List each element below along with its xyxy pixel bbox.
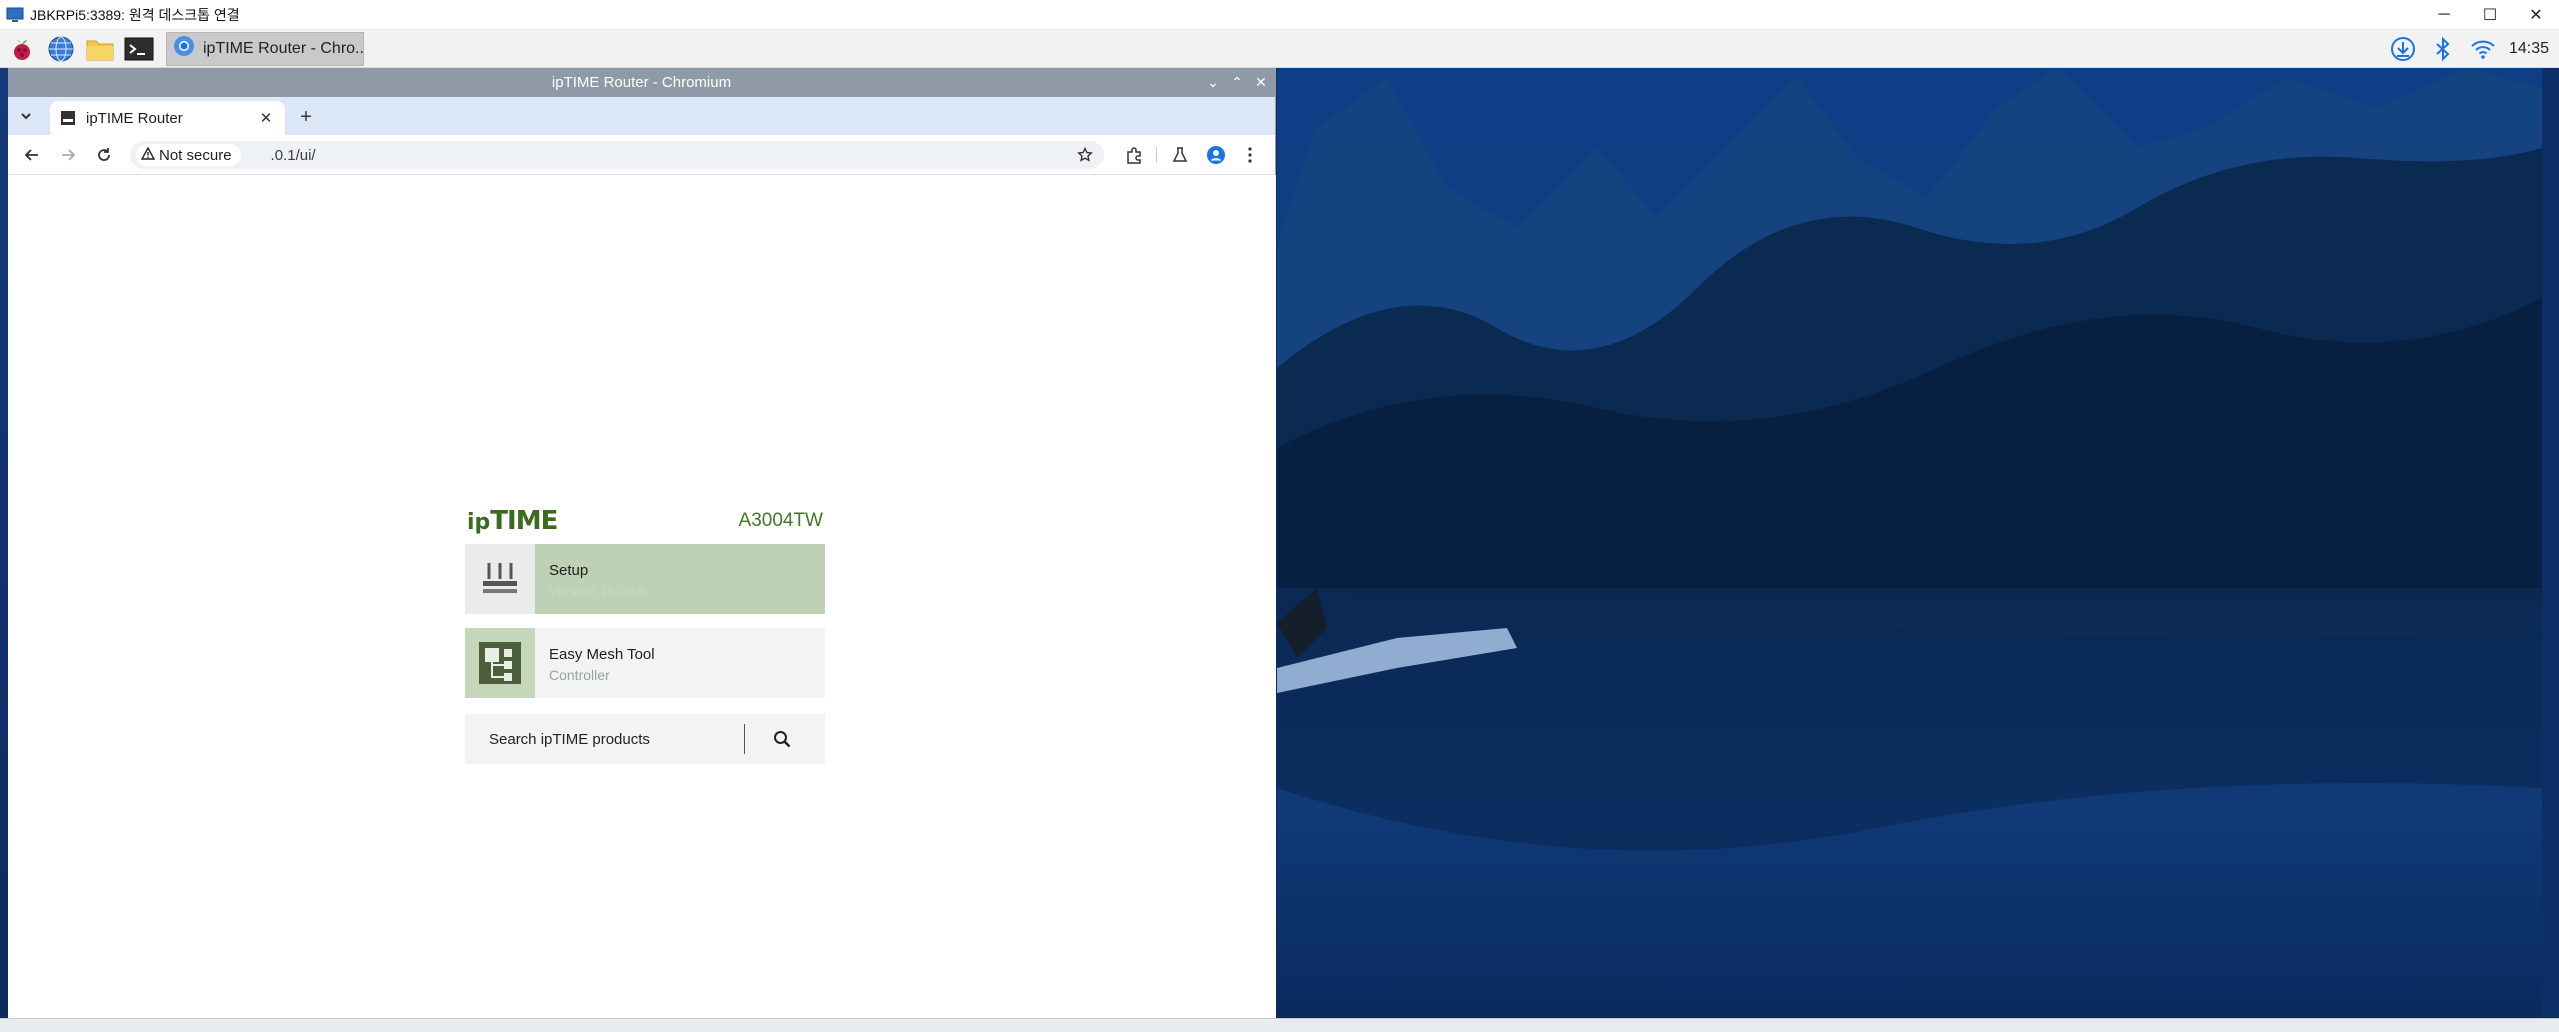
tab-title: ipTIME Router bbox=[86, 109, 183, 127]
system-tray: 14:35 bbox=[2389, 30, 2559, 68]
mesh-title: Easy Mesh Tool bbox=[549, 646, 655, 663]
clock[interactable]: 14:35 bbox=[2509, 40, 2557, 58]
download-icon[interactable] bbox=[2389, 35, 2417, 63]
address-bar[interactable]: Not secure .0.1/ui/ bbox=[130, 141, 1104, 169]
taskbar-chromium-task[interactable]: ipTIME Router - Chro... bbox=[166, 31, 364, 66]
wifi-icon[interactable] bbox=[2469, 35, 2497, 63]
raspberry-menu-icon[interactable] bbox=[5, 32, 39, 66]
back-icon[interactable] bbox=[20, 143, 44, 167]
mesh-network-icon bbox=[465, 628, 535, 698]
taskbar: ipTIME Router - Chro... 14:35 bbox=[0, 30, 2559, 68]
setup-button[interactable]: Setup Version 15.06.6 bbox=[465, 544, 825, 614]
rdp-title-bar: JBKRPi5:3389: 원격 데스크톱 연결 ─ ☐ ✕ bbox=[0, 0, 2559, 30]
chromium-minimize-button[interactable]: ⌄ bbox=[1201, 68, 1225, 97]
profile-avatar-icon[interactable] bbox=[1204, 143, 1228, 167]
page-viewport: ipTIME A3004TW Setup Version 15.06.6 Eas… bbox=[8, 175, 1276, 1018]
iptime-portal: ipTIME A3004TW Setup Version 15.06.6 Eas… bbox=[465, 500, 825, 764]
rdp-window-title: JBKRPi5:3389: 원격 데스크톱 연결 bbox=[30, 6, 240, 23]
web-browser-icon[interactable] bbox=[44, 32, 78, 66]
bluetooth-icon[interactable] bbox=[2429, 35, 2457, 63]
chromium-title-bar[interactable]: ipTIME Router - Chromium ⌄ ⌃ ✕ bbox=[8, 68, 1275, 97]
terminal-icon[interactable] bbox=[122, 32, 156, 66]
reload-icon[interactable] bbox=[92, 143, 116, 167]
rdp-close-button[interactable]: ✕ bbox=[2513, 0, 2559, 30]
search-divider bbox=[744, 724, 745, 754]
search-icon[interactable] bbox=[769, 726, 795, 752]
security-indicator[interactable]: Not secure bbox=[136, 144, 241, 166]
iptime-logo: ipTIME bbox=[467, 506, 558, 536]
easy-mesh-tool-button[interactable]: Easy Mesh Tool Controller bbox=[465, 628, 825, 698]
product-search bbox=[465, 714, 825, 764]
forward-icon[interactable] bbox=[56, 143, 80, 167]
desktop-edge bbox=[0, 68, 8, 1032]
tab-search-icon[interactable] bbox=[14, 104, 38, 128]
menu-kebab-icon[interactable] bbox=[1238, 143, 1262, 167]
mesh-subtitle: Controller bbox=[549, 667, 610, 683]
router-icon bbox=[465, 544, 535, 614]
tab-iptime-router[interactable]: ipTIME Router ✕ bbox=[50, 101, 285, 135]
security-label: Not secure bbox=[159, 146, 232, 164]
desktop-edge-right bbox=[2542, 68, 2559, 1032]
desktop-wallpaper bbox=[1277, 68, 2542, 1018]
router-favicon-icon bbox=[60, 110, 76, 126]
taskbar-task-label: ipTIME Router - Chro... bbox=[203, 39, 363, 57]
chromium-icon bbox=[173, 35, 195, 62]
setup-title: Setup bbox=[549, 562, 589, 579]
url-text[interactable]: .0.1/ui/ bbox=[271, 147, 316, 164]
remote-desktop-icon bbox=[6, 6, 24, 24]
chromium-window: ipTIME Router - Chromium ⌄ ⌃ ✕ ipTIME Ro… bbox=[8, 68, 1276, 1018]
labs-flask-icon[interactable] bbox=[1168, 143, 1192, 167]
extensions-icon[interactable] bbox=[1122, 143, 1146, 167]
chromium-maximize-button[interactable]: ⌃ bbox=[1225, 68, 1249, 97]
firmware-version: Version 15.06.6 bbox=[549, 583, 647, 599]
file-manager-icon[interactable] bbox=[83, 32, 117, 66]
warning-icon bbox=[140, 146, 156, 164]
new-tab-button[interactable]: + bbox=[295, 106, 317, 128]
rdp-minimize-button[interactable]: ─ bbox=[2421, 0, 2467, 30]
rdp-maximize-button[interactable]: ☐ bbox=[2467, 0, 2513, 30]
router-model: A3004TW bbox=[738, 510, 823, 531]
bookmark-star-icon[interactable] bbox=[1074, 144, 1096, 166]
chromium-window-title: ipTIME Router - Chromium bbox=[551, 74, 732, 91]
browser-toolbar: Not secure .0.1/ui/ bbox=[8, 135, 1275, 175]
tab-close-icon[interactable]: ✕ bbox=[257, 109, 275, 127]
product-search-input[interactable] bbox=[489, 730, 739, 748]
tab-strip: ipTIME Router ✕ + bbox=[8, 97, 1275, 135]
remote-desktop: ipTIME Router - Chro... 14:35 ipTIME Rou… bbox=[0, 30, 2559, 1032]
rdp-bottom-scrollbar[interactable] bbox=[0, 1018, 2559, 1032]
toolbar-divider bbox=[1156, 147, 1157, 163]
chromium-close-button[interactable]: ✕ bbox=[1249, 68, 1273, 97]
portal-header: ipTIME A3004TW bbox=[465, 500, 825, 540]
